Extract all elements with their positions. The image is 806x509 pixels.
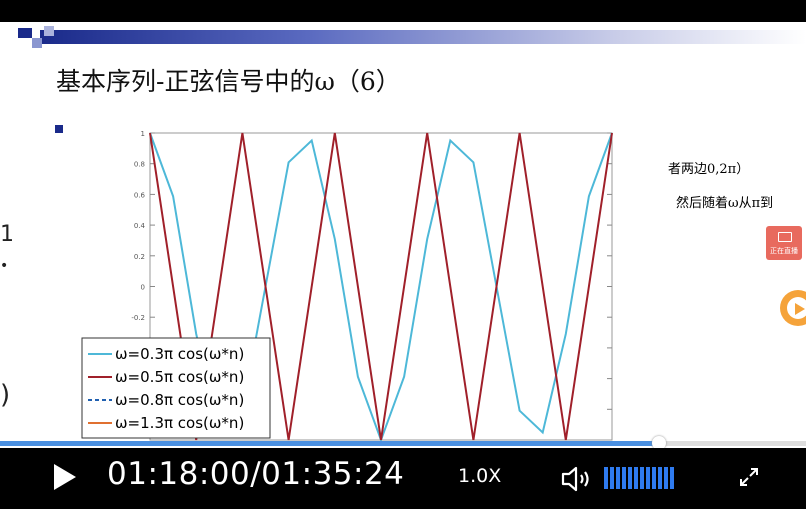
play-icon: [795, 303, 805, 315]
volume-bar: [646, 467, 650, 489]
title-banner: [40, 30, 806, 44]
slide-title: 基本序列-正弦信号中的ω（6）: [56, 67, 401, 96]
volume-bar: [640, 467, 644, 489]
banner-square: [32, 38, 42, 48]
banner-square: [44, 26, 54, 36]
volume-bar: [604, 467, 608, 489]
edge-glyph: •: [0, 258, 9, 274]
play-icon[interactable]: [54, 464, 76, 490]
volume-bar: [610, 467, 614, 489]
time-display: 01:18:00/01:35:24: [107, 456, 405, 492]
bullet-marker: [55, 125, 63, 133]
banner-square: [18, 28, 32, 38]
live-badge-label: 正在直播: [770, 247, 798, 255]
y-tick-label: 1: [141, 130, 145, 138]
slide-area: 基本序列-正弦信号中的ω（6） 1 • ) 1 0.8 0.6 0.4 0.2 0 -0.2…: [0, 0, 806, 448]
volume-bar: [658, 467, 662, 489]
live-badge[interactable]: 正在直播: [766, 226, 802, 260]
camera-icon: [778, 232, 792, 242]
legend-label: ω=1.3π cos(ω*n): [115, 414, 244, 432]
volume-bar: [652, 467, 656, 489]
legend-label: ω=0.8π cos(ω*n): [115, 391, 244, 409]
top-black-bar: [0, 0, 806, 22]
cosine-plot: 1 0.8 0.6 0.4 0.2 0 -0.2 ω=0.3π cos(ω*n) ω=0.5π …: [81, 130, 613, 443]
volume-bar: [616, 467, 620, 489]
legend-label: ω=0.3π cos(ω*n): [115, 345, 244, 363]
y-tick-label: 0.6: [134, 191, 146, 199]
speed-button[interactable]: 1.0X: [458, 465, 501, 487]
y-tick-label: 0: [141, 284, 145, 292]
y-tick-label: -0.2: [131, 314, 145, 322]
volume-bar: [628, 467, 632, 489]
volume-bar: [622, 467, 626, 489]
y-tick-label: 0.4: [134, 222, 146, 230]
side-text-1: 者两边0,2π）: [668, 162, 750, 177]
volume-bar: [670, 467, 674, 489]
volume-level[interactable]: [604, 465, 674, 491]
edge-glyph: 1: [0, 222, 14, 247]
volume-icon[interactable]: [560, 464, 596, 494]
player-controls: 01:18:00/01:35:24 1.0X: [0, 448, 806, 509]
legend-label: ω=0.5π cos(ω*n): [115, 368, 244, 386]
progress-fill: [0, 441, 660, 446]
y-tick-label: 0.8: [134, 161, 145, 169]
volume-bar: [664, 467, 668, 489]
side-play-button[interactable]: [780, 290, 806, 326]
edge-glyph: ): [0, 380, 11, 410]
progress-bar[interactable]: [0, 436, 806, 450]
fullscreen-icon[interactable]: [738, 466, 760, 488]
side-text-2: 然后随着ω从π到: [676, 196, 774, 211]
volume-bar: [634, 467, 638, 489]
y-tick-label: 0.2: [134, 253, 145, 261]
